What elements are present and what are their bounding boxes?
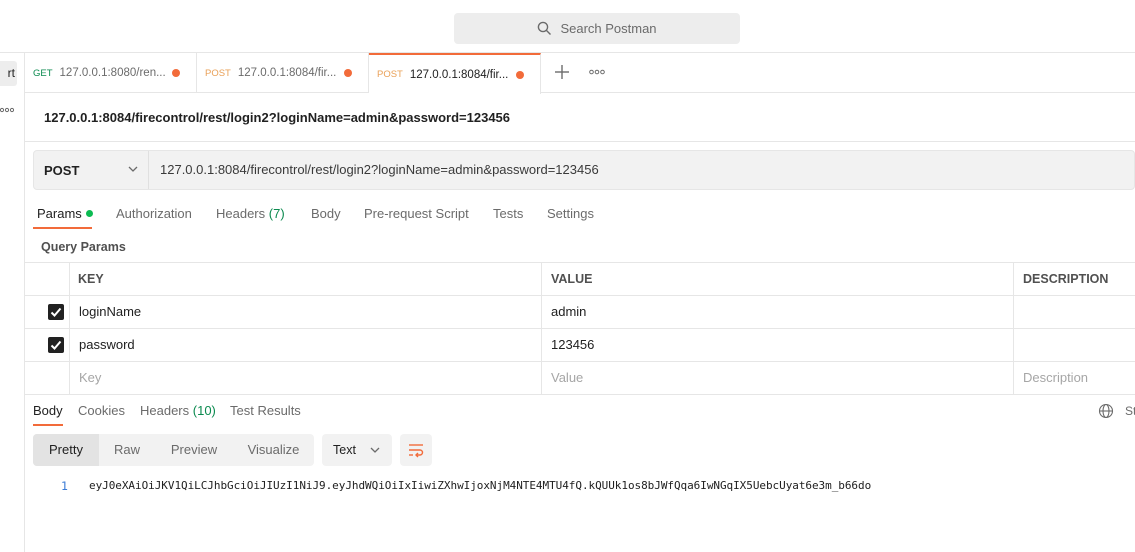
search-placeholder: Search Postman [560, 21, 657, 36]
tab-method: POST [205, 67, 231, 79]
active-tab-indicator [33, 227, 92, 229]
checkmark-icon [50, 307, 62, 317]
request-tab-active[interactable]: POST 127.0.0.1:8084/fir... [369, 53, 541, 94]
query-params-table: KEY VALUE DESCRIPTION loginName admin pa… [25, 262, 1135, 395]
tab-method: GET [33, 67, 53, 79]
response-headers-count: (10) [192, 403, 216, 418]
view-visualize-button[interactable]: Visualize [233, 434, 314, 466]
params-active-dot [85, 210, 93, 217]
headers-count: (7) [268, 206, 285, 221]
url-input[interactable]: 127.0.0.1:8084/firecontrol/rest/login2?l… [160, 151, 599, 189]
tab-headers[interactable]: Headers (7) [216, 206, 285, 221]
unsaved-dot [344, 69, 352, 77]
tab-settings[interactable]: Settings [547, 206, 594, 221]
new-key-input[interactable]: Key [79, 362, 101, 394]
method-select[interactable]: POST [34, 151, 149, 189]
param-value[interactable]: admin [551, 296, 586, 328]
tab-method: POST [377, 69, 403, 80]
response-active-indicator [33, 424, 63, 426]
request-tab[interactable]: POST 127.0.0.1:8084/fir... [197, 53, 369, 93]
table-row: password 123456 [25, 329, 1135, 362]
response-tab-headers[interactable]: Headers (10) [140, 403, 216, 418]
unsaved-dot [172, 69, 180, 77]
left-rail: rt [0, 53, 25, 552]
tab-params[interactable]: Params [37, 206, 93, 221]
tab-prerequest-script[interactable]: Pre-request Script [364, 206, 469, 221]
param-checkbox[interactable] [48, 304, 64, 320]
column-header-key: KEY [78, 272, 104, 286]
more-options-icon[interactable] [0, 105, 14, 115]
query-params-title: Query Params [41, 240, 126, 254]
view-raw-button[interactable]: Raw [99, 434, 155, 466]
param-key[interactable]: loginName [79, 296, 141, 328]
format-select[interactable]: Text [322, 434, 392, 466]
new-description-input[interactable]: Description [1023, 362, 1088, 394]
checkmark-icon [50, 340, 62, 350]
view-mode-selector: Pretty Raw Preview Visualize [33, 434, 314, 466]
tab-authorization[interactable]: Authorization [116, 206, 192, 221]
format-label: Text [333, 443, 356, 457]
param-key[interactable]: password [79, 329, 135, 361]
chevron-down-icon [128, 166, 138, 172]
column-header-description: DESCRIPTION [1023, 272, 1109, 286]
search-icon [538, 21, 552, 35]
request-tab[interactable]: GET 127.0.0.1:8080/ren... [25, 53, 197, 93]
new-tab-icon[interactable] [552, 62, 572, 82]
top-bar: Search Postman [0, 0, 1135, 53]
view-pretty-button[interactable]: Pretty [33, 434, 99, 466]
param-checkbox[interactable] [48, 337, 64, 353]
line-number: 1 [61, 479, 68, 493]
table-row-new: Key Value Description [25, 362, 1135, 395]
wrap-lines-icon [409, 444, 424, 458]
response-headers-label: Headers [140, 403, 190, 418]
request-tabs-bar: GET 127.0.0.1:8080/ren... POST 127.0.0.1… [25, 53, 1135, 94]
tab-headers-label: Headers [216, 206, 266, 221]
tab-label: 127.0.0.1:8084/fir... [237, 67, 337, 79]
unsaved-dot [516, 71, 524, 79]
response-status-label: St [1125, 404, 1135, 418]
request-title[interactable]: 127.0.0.1:8084/firecontrol/rest/login2?l… [44, 110, 510, 125]
import-button[interactable]: rt [0, 61, 17, 86]
view-preview-button[interactable]: Preview [155, 434, 233, 466]
tab-label: 127.0.0.1:8080/ren... [59, 67, 166, 79]
tab-label: 127.0.0.1:8084/fir... [409, 68, 509, 81]
response-tab-test-results[interactable]: Test Results [230, 403, 301, 418]
tab-body[interactable]: Body [311, 206, 341, 221]
globe-icon[interactable] [1098, 403, 1114, 419]
column-header-value: VALUE [551, 272, 593, 286]
url-bar: POST 127.0.0.1:8084/firecontrol/rest/log… [33, 150, 1135, 190]
tab-overflow-icon[interactable] [589, 68, 605, 76]
response-tab-body[interactable]: Body [33, 403, 63, 418]
param-value[interactable]: 123456 [551, 329, 594, 361]
table-row: loginName admin [25, 296, 1135, 329]
tab-params-label: Params [37, 206, 82, 221]
wrap-lines-button[interactable] [400, 434, 432, 466]
divider [25, 141, 1135, 142]
chevron-down-icon [370, 447, 380, 453]
new-value-input[interactable]: Value [551, 362, 583, 394]
table-header-row: KEY VALUE DESCRIPTION [25, 263, 1135, 296]
tab-tests[interactable]: Tests [493, 206, 523, 221]
response-body-text[interactable]: eyJ0eXAiOiJKV1QiLCJhbGciOiJIUzI1NiJ9.eyJ… [89, 479, 871, 492]
method-label: POST [44, 162, 80, 178]
response-tab-cookies[interactable]: Cookies [78, 403, 125, 418]
search-box[interactable]: Search Postman [454, 13, 740, 44]
